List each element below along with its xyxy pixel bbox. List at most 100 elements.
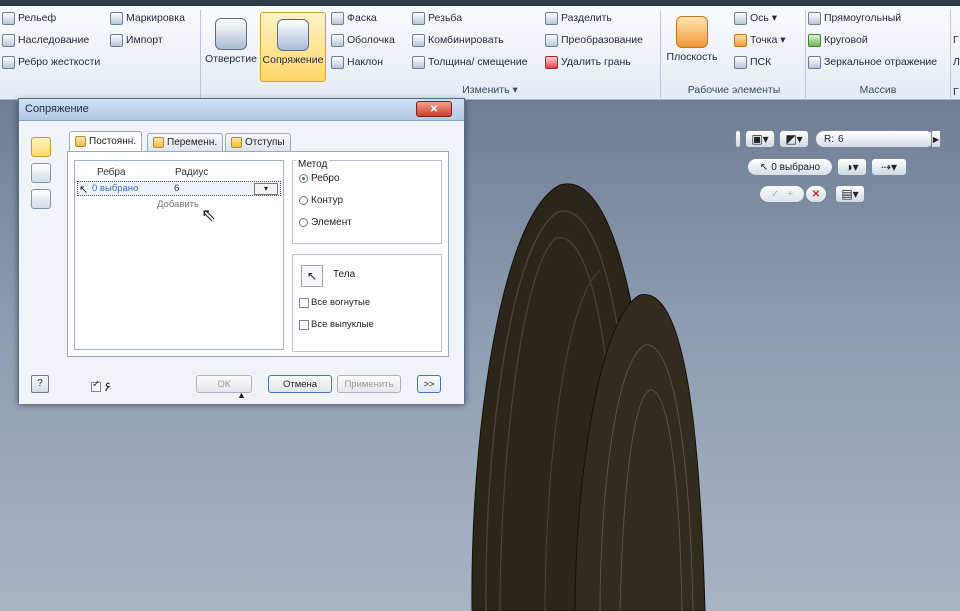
dialog-body: Постоянн. Переменн. Отступы Ребра Радиус… bbox=[19, 121, 464, 404]
tab-setbacks[interactable]: Отступы bbox=[225, 133, 291, 151]
face-fillet-mode-icon[interactable] bbox=[31, 163, 51, 183]
separator bbox=[805, 10, 806, 98]
ucs-icon bbox=[734, 55, 747, 69]
checkbox-icon bbox=[299, 319, 309, 330]
full-round-fillet-mode-icon[interactable] bbox=[31, 189, 51, 209]
plus-icon[interactable]: + bbox=[787, 189, 793, 200]
rectangular-pattern-button[interactable]: Прямоугольный bbox=[808, 10, 901, 26]
radius-column-header: Радиус bbox=[175, 167, 209, 178]
radio-selected-icon bbox=[299, 174, 308, 183]
thicken-button[interactable]: Толщина/ смещение bbox=[412, 54, 527, 70]
radio-icon bbox=[299, 196, 308, 205]
plane-button[interactable]: Плоскость bbox=[664, 16, 720, 63]
import-icon bbox=[110, 33, 123, 47]
point-icon bbox=[734, 33, 747, 47]
circular-pattern-icon bbox=[808, 33, 821, 47]
all-concave-checkbox[interactable]: Все вогнутые bbox=[299, 297, 370, 308]
separator bbox=[660, 10, 661, 98]
select-arrow-icon: ↖ bbox=[759, 161, 769, 173]
mark-button[interactable]: Маркировка bbox=[110, 10, 185, 26]
shell-button[interactable]: Оболочка bbox=[331, 32, 395, 48]
expand-arrow-icon[interactable]: ▶ bbox=[931, 130, 941, 148]
cancel-x-icon[interactable]: ✕ bbox=[805, 185, 827, 203]
dialog-titlebar[interactable]: Сопряжение ✕ bbox=[19, 99, 464, 121]
thread-button[interactable]: Резьба bbox=[412, 10, 462, 26]
bodies-label: Тела bbox=[333, 269, 356, 280]
hole-button[interactable]: Отверстие bbox=[203, 18, 259, 65]
chamfer-icon bbox=[331, 11, 344, 25]
axis-button[interactable]: Ось ▾ bbox=[734, 10, 777, 26]
circular-pattern-button[interactable]: Круговой bbox=[808, 32, 868, 48]
variable-tab-icon bbox=[153, 137, 164, 148]
constant-tab-icon bbox=[75, 136, 86, 147]
emboss-button[interactable]: Рельеф bbox=[2, 10, 56, 26]
edge-count[interactable]: 0 выбрано bbox=[92, 183, 138, 194]
radius-cell[interactable]: 6 bbox=[174, 183, 179, 194]
thicken-icon bbox=[412, 55, 425, 69]
collapse-arrow-icon[interactable]: ▲ bbox=[237, 390, 246, 400]
method-edge-radio[interactable]: Ребро bbox=[299, 173, 340, 184]
delete-face-button[interactable]: Удалить грань bbox=[545, 54, 631, 70]
split-button[interactable]: Разделить bbox=[545, 10, 612, 26]
rib-button[interactable]: Ребро жесткости bbox=[2, 54, 100, 70]
axis-icon bbox=[734, 11, 747, 25]
cancel-button[interactable]: Отмена bbox=[268, 375, 332, 393]
point-button[interactable]: Точка ▾ bbox=[734, 32, 786, 48]
convert-button[interactable]: Преобразование bbox=[545, 32, 643, 48]
add-edge-set-link[interactable]: Добавить bbox=[157, 199, 199, 210]
radius-input[interactable]: R: 6 bbox=[815, 130, 935, 148]
help-button[interactable]: ? bbox=[31, 375, 49, 393]
fillet-mode-dropdown[interactable]: ◩▾ bbox=[779, 130, 809, 148]
display-options-icon: ▤▾ bbox=[841, 187, 859, 201]
display-options-dropdown[interactable]: ▤▾ bbox=[835, 185, 865, 203]
all-convex-checkbox[interactable]: Все выпуклые bbox=[299, 319, 374, 330]
mirror-icon bbox=[808, 55, 821, 69]
ok-check-icon[interactable]: ✓ bbox=[771, 189, 779, 200]
table-row[interactable]: ↖ 0 выбрано 6 ▾ bbox=[77, 181, 281, 196]
mirror-button[interactable]: Зеркальное отражение bbox=[808, 54, 937, 70]
select-arrow-icon[interactable]: ↖ bbox=[301, 265, 323, 287]
draft-icon bbox=[331, 55, 344, 69]
rectangular-pattern-icon bbox=[808, 11, 821, 25]
import-button[interactable]: Импорт bbox=[110, 32, 163, 48]
fillet-button[interactable]: Сопряжение bbox=[260, 12, 326, 82]
ucs-button[interactable]: ПСК bbox=[734, 54, 771, 70]
preview-checkbox[interactable]: ۶ bbox=[91, 379, 111, 395]
fillet-dialog: Сопряжение ✕ Постоянн. Переменн. Отступы… bbox=[18, 98, 465, 404]
emboss-icon bbox=[2, 11, 15, 25]
delete-face-icon bbox=[545, 55, 558, 69]
close-button[interactable]: ✕ bbox=[416, 101, 452, 117]
constant-tab-panel: Ребра Радиус ↖ 0 выбрано 6 ▾ Добавить ⇖ … bbox=[67, 151, 449, 357]
bodies-group: ↖ Тела Все вогнутые Все выпуклые bbox=[292, 254, 442, 352]
fillet-type-dropdown[interactable]: ▣▾ bbox=[745, 130, 775, 148]
select-options-dropdown[interactable]: ⇢▾ bbox=[871, 158, 907, 176]
ribbon-edge-label: Г bbox=[953, 86, 959, 98]
mark-icon bbox=[110, 11, 123, 25]
edge-chain-dropdown[interactable]: ◑▾ bbox=[837, 158, 867, 176]
tab-constant[interactable]: Постоянн. bbox=[69, 131, 143, 151]
method-loop-radio[interactable]: Контур bbox=[299, 195, 343, 206]
edge-fillet-mode-icon[interactable] bbox=[31, 137, 51, 157]
more-button[interactable]: >> bbox=[417, 375, 441, 393]
derive-icon bbox=[2, 33, 15, 47]
title-strip bbox=[0, 0, 960, 6]
ribbon: Рельеф Наследование Ребро жесткости Марк… bbox=[0, 0, 960, 100]
method-feature-radio[interactable]: Элемент bbox=[299, 217, 352, 228]
checkbox-checked-icon bbox=[91, 379, 101, 392]
apply-button[interactable]: Применить bbox=[337, 375, 401, 393]
edge-selection-button[interactable]: ↖ 0 выбрано bbox=[747, 158, 833, 176]
tab-variable[interactable]: Переменн. bbox=[147, 133, 224, 151]
work-features-label: Рабочие элементы bbox=[687, 84, 781, 96]
fillet-type-icon: ▣▾ bbox=[751, 132, 769, 146]
chamfer-button[interactable]: Фаска bbox=[331, 10, 377, 26]
combine-button[interactable]: Комбинировать bbox=[412, 32, 504, 48]
chevron-down-icon[interactable]: ▾ bbox=[254, 183, 278, 195]
shell-icon bbox=[331, 33, 344, 47]
method-title: Метод bbox=[296, 159, 330, 170]
modify-group-label[interactable]: Изменить ▾ bbox=[330, 84, 650, 96]
draft-button[interactable]: Наклон bbox=[331, 54, 383, 70]
thread-icon bbox=[412, 11, 425, 25]
apply-group: ✓ + bbox=[759, 185, 805, 203]
mini-toolbar-grip[interactable] bbox=[735, 130, 741, 148]
derive-button[interactable]: Наследование bbox=[2, 32, 89, 48]
